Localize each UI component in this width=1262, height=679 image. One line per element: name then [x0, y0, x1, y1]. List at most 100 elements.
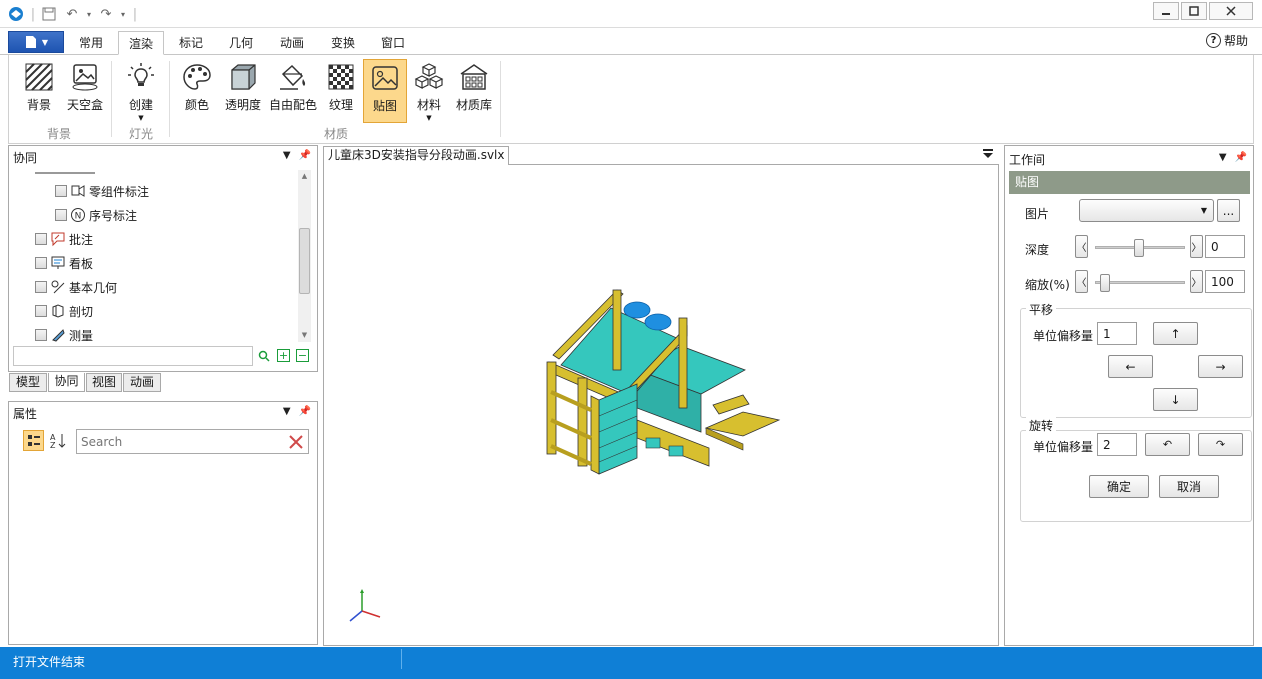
scroll-up-icon[interactable]: ▲: [298, 170, 311, 183]
depth-value-input[interactable]: 0: [1205, 235, 1245, 258]
drawer: [668, 445, 684, 457]
depth-slider-thumb[interactable]: [1134, 239, 1144, 257]
checkbox[interactable]: [35, 257, 47, 269]
color-button[interactable]: 颜色: [177, 59, 217, 123]
checkbox[interactable]: [35, 305, 47, 317]
qa-separator: |: [132, 6, 138, 22]
svg-text:Z: Z: [50, 441, 56, 450]
tree-item-measure[interactable]: 测量: [35, 325, 93, 345]
free-color-button[interactable]: 自由配色: [267, 59, 319, 123]
cancel-button[interactable]: 取消: [1159, 475, 1219, 498]
tab-common[interactable]: 常用: [70, 31, 112, 55]
rotate-ccw-button[interactable]: ↶: [1145, 433, 1190, 456]
document-list-icon[interactable]: [983, 149, 993, 162]
expand-all-icon[interactable]: +: [277, 349, 290, 362]
tab-geometry[interactable]: 几何: [220, 31, 262, 55]
help-button[interactable]: ? 帮助: [1205, 32, 1248, 49]
panel-menu-icon[interactable]: ▼: [283, 406, 291, 417]
search-icon[interactable]: [257, 349, 271, 363]
checkbox[interactable]: [55, 209, 67, 221]
browse-image-button[interactable]: ...: [1217, 199, 1240, 222]
status-separator: [401, 649, 402, 669]
scale-increase-button[interactable]: 〉: [1190, 270, 1203, 293]
undo-icon[interactable]: ↶: [62, 4, 82, 24]
axis-triad-icon: [349, 589, 381, 622]
tab-animation-panel[interactable]: 动画: [123, 373, 161, 392]
tab-animation[interactable]: 动画: [271, 31, 313, 55]
decal-button[interactable]: 贴图: [363, 59, 407, 123]
pan-left-button[interactable]: ←: [1108, 355, 1153, 378]
rotate-cw-button[interactable]: ↷: [1198, 433, 1243, 456]
scroll-down-icon[interactable]: ▼: [298, 329, 311, 342]
scale-slider-thumb[interactable]: [1100, 274, 1110, 292]
material-library-button[interactable]: 材质库: [451, 59, 497, 123]
depth-increase-button[interactable]: 〉: [1190, 235, 1203, 258]
tab-view[interactable]: 视图: [86, 373, 122, 392]
file-menu-button[interactable]: ▼: [8, 31, 64, 53]
ok-button[interactable]: 确定: [1089, 475, 1149, 498]
close-button[interactable]: [1209, 2, 1253, 20]
pan-right-button[interactable]: →: [1198, 355, 1243, 378]
tree-item-basic-geometry[interactable]: 基本几何: [35, 277, 117, 297]
property-search-input[interactable]: [76, 429, 309, 454]
categorized-icon[interactable]: [23, 430, 44, 451]
scale-label: 缩放(%): [1025, 278, 1070, 292]
pan-down-button[interactable]: ↓: [1153, 388, 1198, 411]
ribbon: 背景 天空盒 背景 创建 ▼ 灯光 颜色 透明度 自由配色 纹理 贴图 材料 ▼…: [8, 55, 1254, 144]
transparency-button[interactable]: 透明度: [221, 59, 265, 123]
tab-window[interactable]: 窗口: [372, 31, 414, 55]
pin-icon[interactable]: 📌: [1235, 152, 1247, 163]
tree-scrollbar[interactable]: ▲ ▼: [298, 170, 311, 342]
collab-search-input[interactable]: [13, 346, 253, 366]
checkbox[interactable]: [35, 281, 47, 293]
scale-value-input[interactable]: 100: [1205, 270, 1245, 293]
3d-viewport[interactable]: [323, 165, 999, 646]
image-select[interactable]: ▼: [1079, 199, 1214, 222]
status-message: 打开文件结束: [13, 655, 86, 669]
texture-button[interactable]: 纹理: [321, 59, 361, 123]
checkbox[interactable]: [35, 233, 47, 245]
skybox-button[interactable]: 天空盒: [61, 59, 109, 123]
pin-icon[interactable]: 📌: [299, 406, 311, 417]
tab-model[interactable]: 模型: [9, 373, 47, 392]
tree-item-board[interactable]: 看板: [35, 253, 93, 273]
material-button[interactable]: 材料 ▼: [409, 59, 449, 123]
clear-search-icon[interactable]: [288, 434, 304, 450]
tab-transform[interactable]: 变换: [322, 31, 364, 55]
minimize-button[interactable]: [1153, 2, 1179, 20]
redo-dropdown-icon[interactable]: ▾: [118, 4, 128, 24]
maximize-button[interactable]: [1181, 2, 1207, 20]
pan-offset-input[interactable]: 1: [1097, 322, 1137, 345]
save-icon[interactable]: [40, 4, 58, 24]
create-light-button[interactable]: 创建 ▼: [119, 59, 163, 123]
scale-slider-track[interactable]: [1095, 274, 1185, 292]
tree-item-section[interactable]: 剖切: [35, 301, 93, 321]
scale-decrease-button[interactable]: 〈: [1075, 270, 1088, 293]
depth-slider-track[interactable]: [1095, 239, 1185, 257]
pan-up-button[interactable]: ↑: [1153, 322, 1198, 345]
checkbox[interactable]: [55, 185, 67, 197]
tree-item-part-annotation[interactable]: 零组件标注: [55, 181, 149, 201]
undo-dropdown-icon[interactable]: ▾: [84, 4, 94, 24]
tree-item-comment[interactable]: 批注: [35, 229, 93, 249]
depth-decrease-button[interactable]: 〈: [1075, 235, 1088, 258]
redo-icon[interactable]: ↷: [96, 4, 116, 24]
panel-menu-icon[interactable]: ▼: [283, 150, 291, 161]
rotate-offset-input[interactable]: 2: [1097, 433, 1137, 456]
tab-render[interactable]: 渲染: [118, 31, 164, 55]
workspace-panel-header: 工作间 ▼ 📌: [1005, 148, 1253, 170]
tab-collab[interactable]: 协同: [48, 373, 85, 392]
collapse-all-icon[interactable]: −: [296, 349, 309, 362]
tree-item-sequence-annotation[interactable]: N 序号标注: [55, 205, 137, 225]
background-button[interactable]: 背景: [19, 59, 59, 123]
bunk-bed-model[interactable]: [324, 165, 1000, 646]
status-bar: 打开文件结束: [0, 647, 1262, 679]
document-tab[interactable]: 儿童床3D安装指导分段动画.svlx: [323, 146, 510, 165]
pin-icon[interactable]: 📌: [299, 150, 311, 161]
board-icon: [50, 255, 66, 271]
checkbox[interactable]: [35, 329, 47, 341]
panel-menu-icon[interactable]: ▼: [1219, 152, 1227, 163]
tab-markup[interactable]: 标记: [170, 31, 212, 55]
sort-az-icon[interactable]: AZ: [48, 430, 68, 451]
scroll-thumb[interactable]: [299, 228, 310, 294]
